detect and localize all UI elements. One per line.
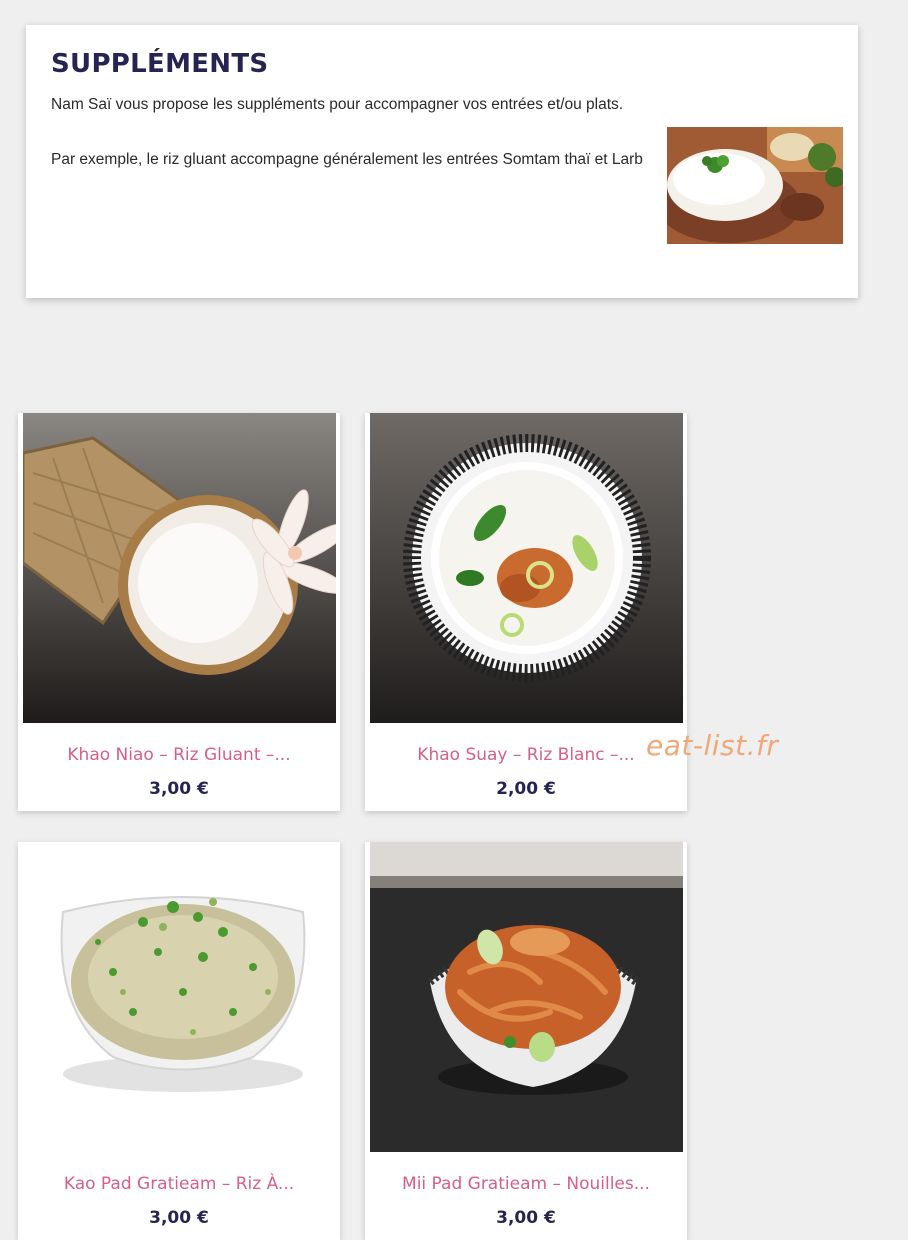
product-card[interactable]: Mii Pad Gratieam – Nouilles... 3,00 €	[365, 842, 687, 1240]
product-price: 3,00 €	[496, 1208, 556, 1228]
product-image-white-rice[interactable]	[370, 413, 683, 723]
intro-text-line-1: Nam Saï vous propose les suppléments pou…	[51, 96, 624, 113]
product-name[interactable]: Khao Suay – Riz Blanc –...	[365, 745, 687, 765]
product-image-sticky-rice[interactable]	[23, 413, 336, 723]
intro-text-line-2-wrap: Par exemple, le riz gluant accompagne gé…	[51, 145, 667, 175]
product-price: 3,00 €	[149, 1208, 209, 1228]
rice-bowl-thumbnail	[667, 127, 843, 244]
product-price: 2,00 €	[496, 779, 556, 799]
supplements-intro-card: SUPPLÉMENTS Nam Saï vous propose les sup…	[26, 25, 858, 298]
product-name[interactable]: Mii Pad Gratieam – Nouilles...	[365, 1174, 687, 1194]
product-card[interactable]: Khao Niao – Riz Gluant –... 3,00 €	[18, 413, 340, 811]
product-card[interactable]: Kao Pad Gratieam – Riz À... 3,00 €	[18, 842, 340, 1240]
section-title: SUPPLÉMENTS	[51, 49, 269, 79]
product-name[interactable]: Kao Pad Gratieam – Riz À...	[18, 1174, 340, 1194]
intro-text-line-2: Par exemple, le riz gluant accompagne gé…	[51, 151, 643, 168]
product-price: 3,00 €	[149, 779, 209, 799]
product-image-garlic-noodles[interactable]	[370, 842, 683, 1152]
product-image-garlic-fried-rice[interactable]	[23, 842, 336, 1152]
product-card[interactable]: Khao Suay – Riz Blanc –... 2,00 €	[365, 413, 687, 811]
product-name[interactable]: Khao Niao – Riz Gluant –...	[18, 745, 340, 765]
watermark-logo: eat-list.fr	[646, 729, 779, 762]
